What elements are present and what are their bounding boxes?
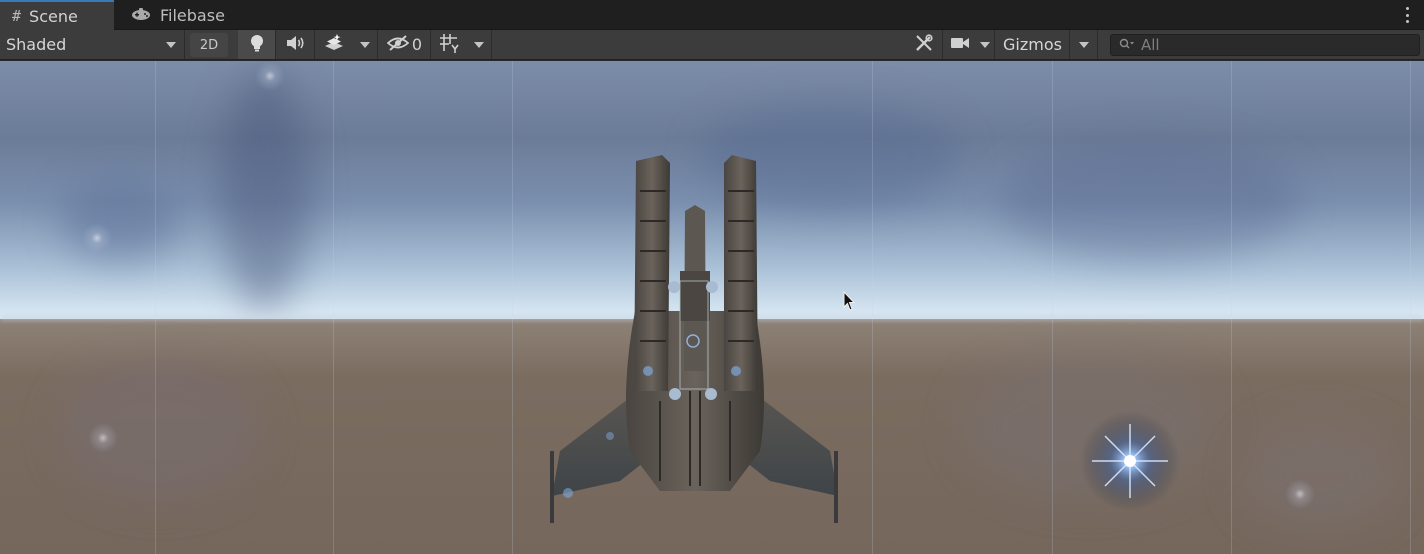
camera-settings-button[interactable] xyxy=(945,30,975,59)
audio-speaker-icon xyxy=(286,35,306,55)
toggle-2d-label: 2D xyxy=(199,37,219,53)
tab-filebase[interactable]: Filebase xyxy=(118,0,237,30)
sky-haze xyxy=(220,71,310,311)
lighting-toggle-button[interactable] xyxy=(238,30,276,59)
chevron-down-icon xyxy=(979,41,990,48)
gizmos-dropdown[interactable] xyxy=(1071,30,1098,59)
sky-haze xyxy=(60,181,180,261)
grid-snap-icon xyxy=(439,33,459,57)
effects-dropdown[interactable] xyxy=(352,30,378,59)
audio-toggle-button[interactable] xyxy=(277,30,315,59)
kebab-menu-icon[interactable] xyxy=(1406,7,1410,23)
scene-toolbar: Shaded 2D 0 Gizmos All xyxy=(0,30,1424,60)
spaceship-model[interactable] xyxy=(540,151,850,531)
scene-viewport[interactable] xyxy=(0,61,1424,554)
scene-grid-line xyxy=(333,61,334,554)
point-light-gizmo xyxy=(255,61,285,91)
window-tab-strip: # Scene Filebase xyxy=(0,0,1424,30)
scene-visibility-toggle[interactable]: 0 xyxy=(379,30,431,59)
grid-hash-icon: # xyxy=(12,7,22,25)
hidden-object-count: 0 xyxy=(411,35,423,54)
tab-filebase-label: Filebase xyxy=(160,5,225,25)
shading-mode-value: Shaded xyxy=(6,35,67,54)
grid-snap-toggle[interactable] xyxy=(432,30,466,59)
tools-button[interactable] xyxy=(905,30,943,59)
tab-scene[interactable]: # Scene xyxy=(0,0,114,30)
mouse-cursor-icon xyxy=(843,291,855,311)
effects-toggle-button[interactable] xyxy=(316,30,352,59)
sky-haze xyxy=(1000,141,1300,261)
ground-haze xyxy=(1240,421,1400,531)
chevron-down-icon xyxy=(1079,41,1089,48)
lighting-bulb-icon xyxy=(249,34,265,56)
scene-search-field[interactable]: All xyxy=(1110,34,1420,56)
search-icon xyxy=(1119,36,1135,54)
point-light-gizmo xyxy=(88,423,118,453)
gizmos-label: Gizmos xyxy=(1003,35,1062,54)
camera-settings-dropdown[interactable] xyxy=(975,30,995,59)
tools-icon xyxy=(915,33,933,56)
scene-grid-line xyxy=(1231,61,1232,554)
camera-icon xyxy=(950,36,970,54)
chevron-down-icon xyxy=(473,41,484,48)
grid-snap-dropdown[interactable] xyxy=(466,30,492,59)
scene-grid-line xyxy=(1052,61,1053,554)
game-controller-icon xyxy=(130,6,152,25)
effects-layers-icon xyxy=(324,33,344,56)
hidden-eye-icon xyxy=(386,34,410,55)
shading-mode-dropdown[interactable]: Shaded xyxy=(0,30,185,59)
toggle-2d-button[interactable]: 2D xyxy=(190,33,228,57)
scene-grid-line xyxy=(155,61,156,554)
point-light-gizmo xyxy=(1285,479,1315,509)
scene-grid-line xyxy=(512,61,513,554)
chevron-down-icon xyxy=(359,41,370,48)
light-flare-icon xyxy=(1080,411,1180,511)
scene-grid-line xyxy=(872,61,873,554)
chevron-down-icon xyxy=(166,41,176,48)
tab-scene-label: Scene xyxy=(29,6,78,26)
scene-grid-line xyxy=(1410,61,1411,554)
search-placeholder: All xyxy=(1141,36,1160,54)
gizmos-toggle-button[interactable]: Gizmos xyxy=(996,30,1070,59)
point-light-gizmo xyxy=(82,223,112,253)
